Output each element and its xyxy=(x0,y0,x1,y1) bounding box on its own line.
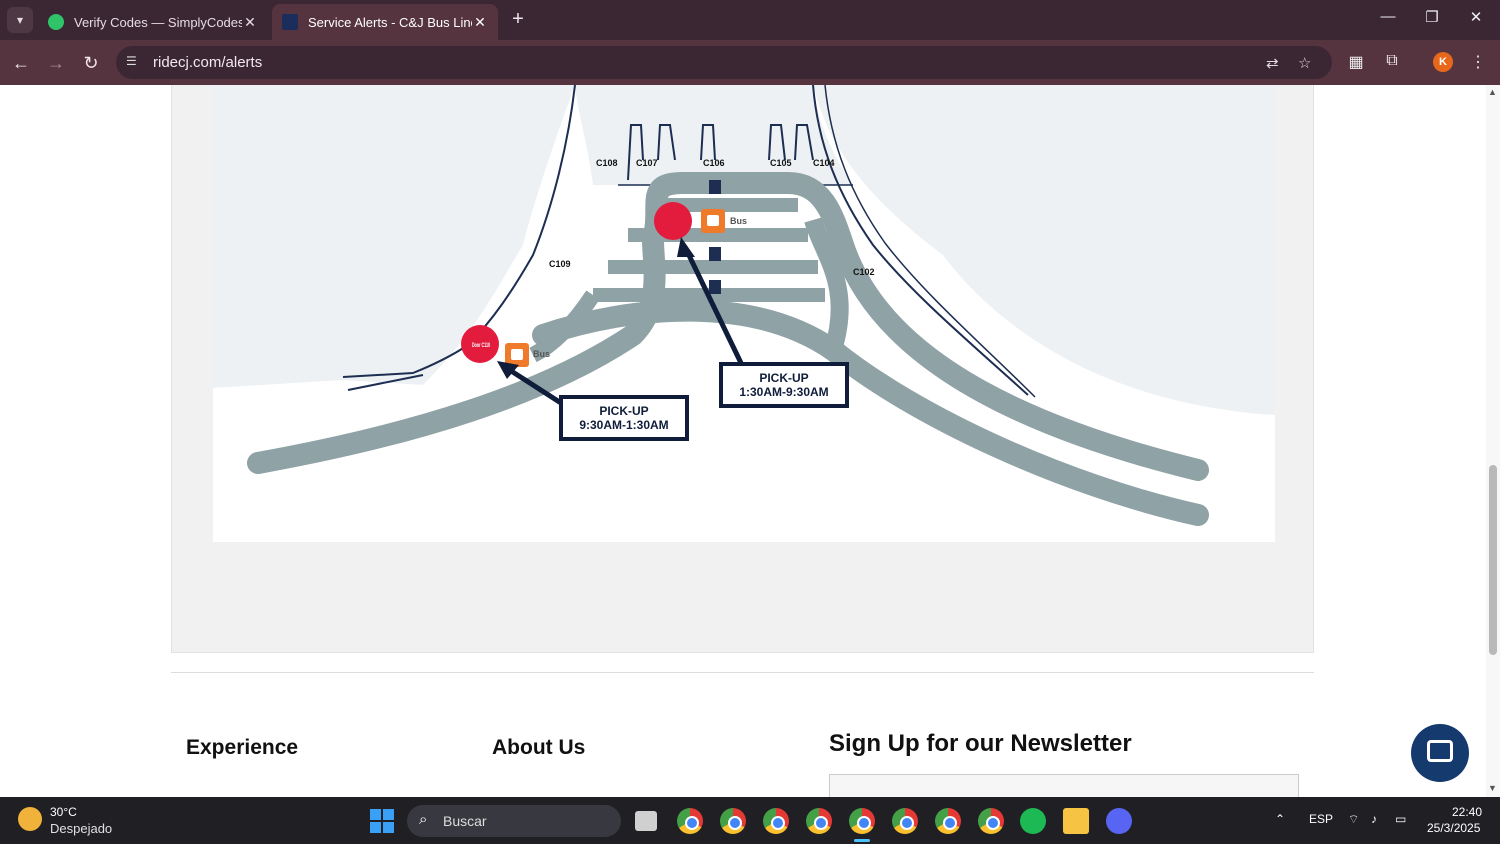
scroll-up-arrow-icon[interactable]: ▲ xyxy=(1488,87,1497,97)
language-indicator[interactable]: ESP xyxy=(1309,812,1333,826)
bus-label: Bus xyxy=(730,216,747,226)
reload-button[interactable]: ↻ xyxy=(78,50,104,76)
scroll-down-arrow-icon[interactable]: ▼ xyxy=(1488,783,1497,793)
gate-label: C105 xyxy=(770,158,792,168)
chrome-profile-icon[interactable] xyxy=(849,808,875,834)
tab-title: Verify Codes — SimplyCodes xyxy=(74,14,242,30)
search-placeholder: Buscar xyxy=(443,813,487,829)
windows-taskbar: 30°C Despejado ⌕ Buscar ⌃ ESP ⌔ ♪ ▭ 22:4… xyxy=(0,797,1500,844)
newsletter-heading: Sign Up for our Newsletter xyxy=(829,730,1132,757)
file-explorer-icon[interactable] xyxy=(1063,808,1089,834)
pickup-time: 9:30AM-1:30AM xyxy=(579,418,668,432)
gate-label: C102 xyxy=(853,267,875,277)
chrome-profile-icon[interactable] xyxy=(677,808,703,834)
tab-simplycodes[interactable]: Verify Codes — SimplyCodes ✕ xyxy=(38,4,268,40)
windows-start-button[interactable] xyxy=(370,809,394,833)
volume-icon[interactable]: ♪ xyxy=(1371,812,1377,826)
back-button[interactable]: ← xyxy=(8,50,34,76)
tab-title: Service Alerts - C&J Bus Lines xyxy=(308,14,472,30)
chat-button[interactable] xyxy=(1411,724,1469,782)
profile-avatar[interactable]: K xyxy=(1433,52,1453,72)
gate-label: C108 xyxy=(596,158,618,168)
spotify-icon[interactable] xyxy=(1020,808,1046,834)
door-label: Door C110 xyxy=(472,343,490,349)
wifi-icon[interactable]: ⌔ xyxy=(1348,812,1359,827)
address-bar[interactable]: ☰ ridecj.com/alerts ⇄ ☆ xyxy=(116,46,1332,79)
chat-bubble-icon xyxy=(1427,740,1453,762)
cj-favicon-icon xyxy=(282,14,298,30)
browser-toolbar: ← → ↻ ☰ ridecj.com/alerts ⇄ ☆ ▦ ⧉ K ⋮ xyxy=(0,40,1500,85)
task-view-icon[interactable] xyxy=(635,811,657,831)
site-info-icon[interactable]: ☰ xyxy=(126,54,142,70)
restore-button[interactable]: ❐ xyxy=(1412,8,1452,26)
weather-description[interactable]: Despejado xyxy=(50,821,112,836)
map-panel: C108 C107 C106 C105 C104 C109 C102 Bus D… xyxy=(171,85,1314,653)
url-text: ridecj.com/alerts xyxy=(153,54,263,71)
chrome-profile-icon[interactable] xyxy=(978,808,1004,834)
forward-button[interactable]: → xyxy=(43,50,69,76)
extension-icon[interactable]: ▦ xyxy=(1345,52,1367,74)
gate-label: C104 xyxy=(813,158,835,168)
gate-label: C106 xyxy=(703,158,725,168)
footer-experience-heading: Experience xyxy=(186,736,299,759)
close-icon[interactable]: ✕ xyxy=(472,14,488,31)
chrome-profile-icon[interactable] xyxy=(935,808,961,834)
gate-label: C109 xyxy=(549,259,571,269)
footer-about-heading: About Us xyxy=(492,736,586,759)
chrome-profile-icon[interactable] xyxy=(892,808,918,834)
search-icon: ⌕ xyxy=(419,811,428,828)
page-scrollbar[interactable]: ▲ ▼ xyxy=(1486,85,1500,797)
terminal-pickup-map: C108 C107 C106 C105 C104 C109 C102 Bus D… xyxy=(213,85,1275,542)
tray-overflow-chevron-icon[interactable]: ⌃ xyxy=(1275,812,1285,826)
bus-label: Bus xyxy=(533,349,550,359)
menu-kebab-icon[interactable]: ⋮ xyxy=(1467,52,1489,74)
newsletter-email-input[interactable] xyxy=(829,774,1299,797)
taskbar-search[interactable]: ⌕ Buscar xyxy=(407,805,621,837)
simplycodes-favicon-icon xyxy=(48,14,64,30)
pickup-title: PICK-UP xyxy=(599,404,648,418)
chrome-profile-icon[interactable] xyxy=(763,808,789,834)
clock-date[interactable]: 25/3/2025 xyxy=(1427,821,1480,835)
chrome-profile-icon[interactable] xyxy=(806,808,832,834)
minimize-button[interactable]: — xyxy=(1368,8,1408,25)
tab-search-dropdown[interactable]: ▾ xyxy=(7,7,33,33)
close-icon[interactable]: ✕ xyxy=(242,14,258,31)
extensions-puzzle-icon[interactable]: ⧉ xyxy=(1381,52,1403,74)
browser-tab-strip: ▾ Verify Codes — SimplyCodes ✕ Service A… xyxy=(0,0,1500,40)
pickup-title: PICK-UP xyxy=(759,371,808,385)
clock-time[interactable]: 22:40 xyxy=(1452,805,1482,819)
tab-service-alerts[interactable]: Service Alerts - C&J Bus Lines ✕ xyxy=(272,4,498,40)
weather-temperature[interactable]: 30°C xyxy=(50,805,77,819)
battery-icon[interactable]: ▭ xyxy=(1395,812,1406,826)
chrome-profile-icon[interactable] xyxy=(720,808,746,834)
pickup-point-marker xyxy=(654,202,692,240)
bookmark-star-icon[interactable]: ☆ xyxy=(1298,54,1311,72)
pickup-time: 1:30AM-9:30AM xyxy=(739,385,828,399)
gate-label: C107 xyxy=(636,158,658,168)
close-window-button[interactable]: ✕ xyxy=(1456,8,1496,26)
discord-icon[interactable] xyxy=(1106,808,1132,834)
moon-weather-icon[interactable] xyxy=(18,807,42,831)
translate-icon[interactable]: ⇄ xyxy=(1266,54,1279,72)
new-tab-button[interactable]: + xyxy=(506,8,530,31)
section-divider xyxy=(171,672,1314,673)
page-content: C108 C107 C106 C105 C104 C109 C102 Bus D… xyxy=(0,85,1486,797)
active-app-indicator xyxy=(854,839,870,842)
scroll-thumb[interactable] xyxy=(1489,465,1497,655)
